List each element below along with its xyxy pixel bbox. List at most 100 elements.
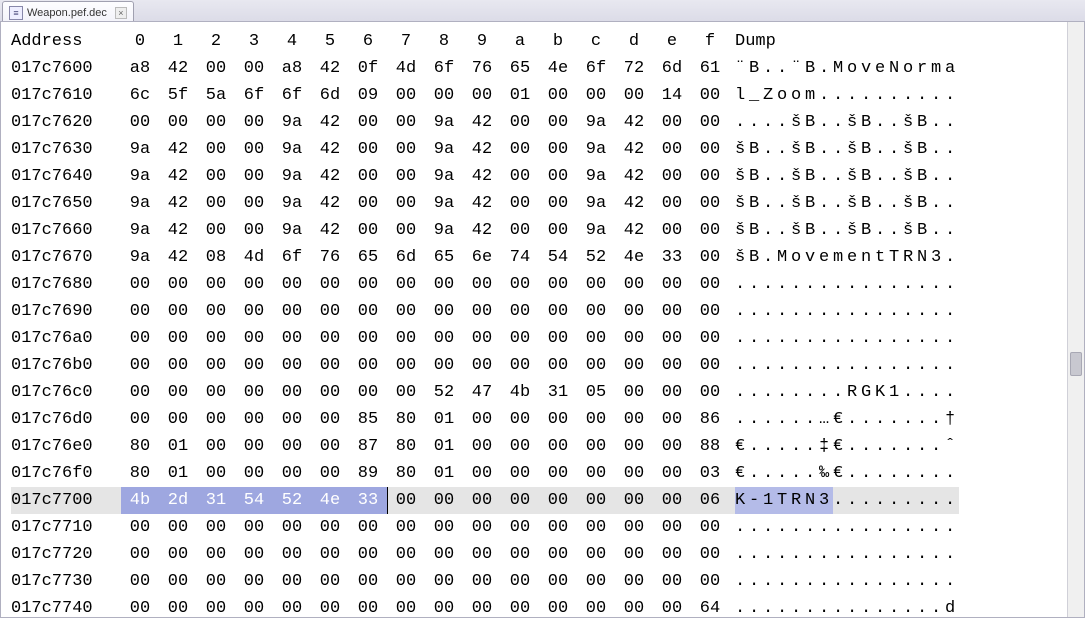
- hex-byte[interactable]: 00: [615, 82, 653, 109]
- hex-byte[interactable]: 00: [463, 568, 501, 595]
- hex-byte[interactable]: 00: [387, 82, 425, 109]
- hex-byte[interactable]: 00: [539, 109, 577, 136]
- hex-byte[interactable]: 61: [691, 55, 729, 82]
- hex-byte[interactable]: 00: [577, 298, 615, 325]
- hex-byte[interactable]: 00: [653, 109, 691, 136]
- hex-byte[interactable]: 00: [577, 271, 615, 298]
- hex-byte[interactable]: 00: [159, 514, 197, 541]
- hex-byte[interactable]: 00: [425, 82, 463, 109]
- hex-byte[interactable]: 00: [539, 514, 577, 541]
- hex-byte[interactable]: 00: [311, 568, 349, 595]
- hex-byte[interactable]: 00: [577, 82, 615, 109]
- hex-byte[interactable]: 00: [539, 190, 577, 217]
- hex-byte[interactable]: 00: [501, 433, 539, 460]
- hex-byte[interactable]: 47: [463, 379, 501, 406]
- hex-editor[interactable]: Address0123456789abcdefDump017c7600a8420…: [0, 22, 1085, 618]
- hex-byte[interactable]: 2d: [159, 487, 197, 514]
- hex-byte[interactable]: 01: [501, 82, 539, 109]
- hex-byte[interactable]: a8: [121, 55, 159, 82]
- hex-byte[interactable]: 85: [349, 406, 387, 433]
- hex-byte[interactable]: 06: [691, 487, 729, 514]
- hex-byte[interactable]: 4e: [539, 55, 577, 82]
- hex-byte[interactable]: 00: [235, 433, 273, 460]
- hex-byte[interactable]: 9a: [121, 136, 159, 163]
- hex-byte[interactable]: 00: [501, 595, 539, 618]
- hex-byte[interactable]: 42: [159, 136, 197, 163]
- hex-byte[interactable]: 00: [653, 595, 691, 618]
- hex-byte[interactable]: 65: [425, 244, 463, 271]
- hex-byte[interactable]: 00: [577, 514, 615, 541]
- hex-byte[interactable]: 00: [159, 271, 197, 298]
- hex-row[interactable]: 017c7600a8420000a8420f4d6f76654e6f726d61…: [11, 55, 1084, 82]
- hex-row[interactable]: 017c76106c5f5a6f6f6d09000000010000001400…: [11, 82, 1084, 109]
- hex-byte[interactable]: 00: [121, 595, 159, 618]
- hex-byte[interactable]: 80: [387, 406, 425, 433]
- hex-byte[interactable]: 00: [577, 595, 615, 618]
- hex-byte[interactable]: 00: [615, 541, 653, 568]
- hex-byte[interactable]: 00: [197, 568, 235, 595]
- hex-byte[interactable]: 00: [121, 325, 159, 352]
- hex-byte[interactable]: 00: [691, 298, 729, 325]
- hex-byte[interactable]: 00: [197, 163, 235, 190]
- hex-byte[interactable]: 00: [387, 190, 425, 217]
- hex-row[interactable]: 017c76309a4200009a4200009a4200009a420000…: [11, 136, 1084, 163]
- hex-byte[interactable]: 00: [463, 595, 501, 618]
- hex-byte[interactable]: 00: [615, 271, 653, 298]
- hex-byte[interactable]: 9a: [577, 217, 615, 244]
- hex-row[interactable]: 017c77004b2d3154524e33000000000000000006…: [11, 487, 1084, 514]
- close-icon[interactable]: ×: [115, 7, 127, 19]
- hex-byte[interactable]: 00: [159, 595, 197, 618]
- hex-byte[interactable]: 00: [463, 487, 501, 514]
- hex-byte[interactable]: 00: [121, 352, 159, 379]
- hex-byte[interactable]: 00: [311, 379, 349, 406]
- hex-byte[interactable]: 6f: [425, 55, 463, 82]
- hex-byte[interactable]: 42: [311, 136, 349, 163]
- hex-byte[interactable]: 00: [653, 190, 691, 217]
- hex-byte[interactable]: 00: [653, 163, 691, 190]
- hex-byte[interactable]: 00: [197, 55, 235, 82]
- hex-byte[interactable]: 00: [235, 379, 273, 406]
- hex-byte[interactable]: 80: [121, 433, 159, 460]
- hex-byte[interactable]: 00: [615, 568, 653, 595]
- hex-row[interactable]: 017c76c0000000000000000052474b3105000000…: [11, 379, 1084, 406]
- hex-byte[interactable]: 00: [349, 568, 387, 595]
- hex-byte[interactable]: 00: [235, 460, 273, 487]
- hex-byte[interactable]: 42: [615, 163, 653, 190]
- hex-byte[interactable]: 00: [539, 217, 577, 244]
- hex-byte[interactable]: 00: [235, 136, 273, 163]
- hex-byte[interactable]: 42: [159, 217, 197, 244]
- hex-byte[interactable]: 00: [349, 109, 387, 136]
- hex-byte[interactable]: 9a: [121, 190, 159, 217]
- hex-byte[interactable]: 00: [691, 136, 729, 163]
- hex-byte[interactable]: 00: [653, 217, 691, 244]
- hex-byte[interactable]: 00: [501, 352, 539, 379]
- hex-byte[interactable]: 00: [235, 568, 273, 595]
- hex-byte[interactable]: 00: [235, 298, 273, 325]
- hex-byte[interactable]: 00: [539, 82, 577, 109]
- hex-byte[interactable]: 42: [463, 136, 501, 163]
- hex-byte[interactable]: 00: [197, 136, 235, 163]
- hex-byte[interactable]: 00: [311, 271, 349, 298]
- hex-byte[interactable]: 9a: [425, 190, 463, 217]
- hex-byte[interactable]: 00: [197, 514, 235, 541]
- hex-byte[interactable]: 00: [387, 298, 425, 325]
- hex-byte[interactable]: 6e: [463, 244, 501, 271]
- hex-row[interactable]: 017c769000000000000000000000000000000000…: [11, 298, 1084, 325]
- hex-byte[interactable]: 00: [615, 595, 653, 618]
- hex-byte[interactable]: 00: [311, 541, 349, 568]
- hex-byte[interactable]: 00: [273, 406, 311, 433]
- hex-byte[interactable]: 00: [653, 433, 691, 460]
- hex-byte[interactable]: 00: [653, 487, 691, 514]
- hex-row[interactable]: 017c76e080010000000087800100000000000088…: [11, 433, 1084, 460]
- hex-byte[interactable]: 00: [121, 406, 159, 433]
- hex-byte[interactable]: 6d: [311, 82, 349, 109]
- hex-byte[interactable]: 9a: [273, 163, 311, 190]
- hex-byte[interactable]: 00: [197, 379, 235, 406]
- hex-byte[interactable]: 00: [425, 487, 463, 514]
- hex-byte[interactable]: 01: [425, 433, 463, 460]
- hex-byte[interactable]: 00: [539, 136, 577, 163]
- hex-byte[interactable]: 00: [615, 298, 653, 325]
- hex-byte[interactable]: 42: [615, 136, 653, 163]
- hex-byte[interactable]: 00: [235, 406, 273, 433]
- hex-byte[interactable]: 00: [273, 379, 311, 406]
